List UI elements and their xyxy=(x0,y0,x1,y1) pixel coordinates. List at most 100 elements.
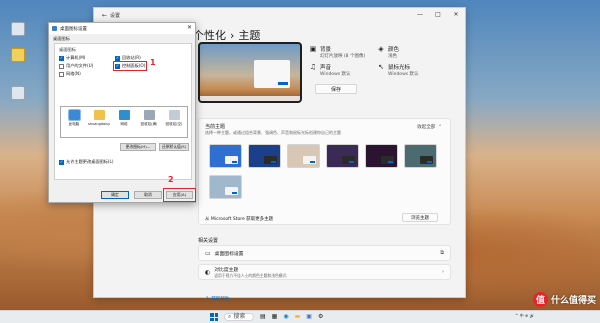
theme-tile[interactable] xyxy=(248,144,281,168)
breadcrumb-parent[interactable]: 个性化 xyxy=(193,29,226,42)
recycle-bin-full-desktop-icon[interactable] xyxy=(7,82,29,104)
edge-icon[interactable]: ◉ xyxy=(283,313,288,321)
desktop-icon-checkbox-4[interactable]: 网络(N) xyxy=(59,71,81,77)
desktop-icon-checkbox-0[interactable]: ✓ 计算机(M) xyxy=(59,55,85,61)
checkbox-box xyxy=(59,71,64,77)
breadcrumb-current: 主题 xyxy=(238,29,261,42)
system-tray[interactable]: ^ 中 ⊕ 🔊 xyxy=(515,313,535,319)
allow-theme-label: 允许主题更改桌面图标(L) xyxy=(66,159,114,164)
desktop-icon-image xyxy=(143,110,155,120)
desktop-icon-image xyxy=(93,110,105,120)
taskbar-search[interactable]: ⌕ 搜索 xyxy=(224,313,254,321)
theme-prop-name: 背景 xyxy=(320,47,332,53)
collapse-all-label: 收起全部 xyxy=(417,125,436,130)
sound-icon: ♫ xyxy=(309,63,317,71)
tab-desktop-icons[interactable]: 桌面图标 xyxy=(53,36,70,42)
back-arrow-icon[interactable]: ← xyxy=(102,12,107,19)
cursor-icon: ↖ xyxy=(378,63,384,71)
ok-button[interactable]: 确定 xyxy=(101,191,129,199)
related-setting-row[interactable]: ◐ 对比度主题 适用于视力不佳人士的颜色主题和浅色模式 › xyxy=(198,264,451,280)
theme-tile[interactable] xyxy=(365,144,398,168)
dialog-app-icon xyxy=(52,26,57,31)
checkbox-label: 用户的文件(U) xyxy=(66,63,94,68)
related-settings-heading: 相关设置 xyxy=(198,238,219,244)
desktop-icon-label: 回收站(空) xyxy=(165,122,183,126)
desktop-icon-label: 网络 xyxy=(120,122,128,126)
theme-prop-3[interactable]: ↖ 鼠标光标 Windows 默认 xyxy=(377,63,419,77)
desktop-icon-preview[interactable]: 网络 xyxy=(113,110,135,127)
checkbox-label: 回收站(R) xyxy=(122,55,141,60)
annotation-step-2: 2 xyxy=(168,175,174,184)
current-theme-card: 当前主题 选择一种主题，或通过组合背景、强调色、声音和鼠标光标创建你自己的主题 … xyxy=(198,118,451,225)
apply-button[interactable]: 应用(A) xyxy=(163,188,196,202)
recycle-bin-desktop-icon[interactable] xyxy=(7,18,29,40)
theme-prop-1[interactable]: ◈ 颜色 浅色 xyxy=(377,45,399,59)
theme-prop-name: 颜色 xyxy=(388,47,400,53)
desktop-icon-preview[interactable]: 回收站(空) xyxy=(163,110,185,127)
watermark-logo: 值 xyxy=(532,292,548,307)
theme-prop-name: 声音 xyxy=(320,65,332,71)
maximize-button[interactable]: □ xyxy=(429,8,447,20)
palette-icon: ◈ xyxy=(378,45,384,53)
cancel-button[interactable]: 取消 xyxy=(134,191,162,199)
desktop-icon-preview[interactable]: shuangdaisy xyxy=(88,110,110,126)
related-setting-row[interactable]: ▭ 桌面图标设置 ⧉ xyxy=(198,245,451,261)
widgets-icon[interactable]: ▦ xyxy=(272,313,278,321)
settings-titlebar: ← 设置 xyxy=(94,8,465,22)
theme-prop-0[interactable]: ▣ 背景 幻灯片放映 (8 个图像) xyxy=(309,45,366,59)
desktop-icon-preview-list: 此电脑 shuangdaisy 网络 回收站(满) 回收站(空) xyxy=(60,106,188,138)
dialog-title: 桌面图标设置 xyxy=(60,26,87,32)
settings-gear-icon[interactable]: ⚙ xyxy=(318,313,323,321)
checkbox-label: 计算机(M) xyxy=(66,55,86,60)
dialog-close-button[interactable]: ✕ xyxy=(187,24,192,31)
desktop-icon-preview[interactable]: 回收站(满) xyxy=(138,110,160,127)
get-help-label: 获取帮助 xyxy=(211,297,230,302)
collapse-all-toggle[interactable]: 收起全部 ⌃ xyxy=(417,124,442,131)
theme-prop-value: 浅色 xyxy=(388,54,397,59)
theme-prop-name: 鼠标光标 xyxy=(388,65,411,71)
desktop-icon-image xyxy=(118,110,130,120)
store-themes-text: 从 Microsoft Store 获取更多主题 xyxy=(205,217,274,222)
change-icon-button[interactable]: 更改图标(H)... xyxy=(120,143,156,151)
theme-card-subtitle: 选择一种主题，或通过组合背景、强调色、声音和鼠标光标创建你自己的主题 xyxy=(205,130,341,135)
file-explorer-icon[interactable]: ▬ xyxy=(295,313,301,321)
theme-tile[interactable] xyxy=(404,144,437,168)
related-setting-sub: 适用于视力不佳人士的颜色主题和浅色模式 xyxy=(214,272,287,278)
allow-theme-change-checkbox[interactable]: ✓ 允许主题更改桌面图标(L) xyxy=(59,159,113,165)
store-desktop-icon[interactable] xyxy=(7,44,29,66)
checkbox-label: 控制面板(O) xyxy=(122,63,146,68)
checkbox-box: ✓ xyxy=(59,55,64,61)
taskbar-search-label: 搜索 xyxy=(233,313,246,320)
desktop-icon-checkbox-1[interactable]: ✓ 回收站(R) xyxy=(115,55,141,61)
breadcrumb-separator: › xyxy=(230,29,235,42)
desktop-icon-checkbox-2[interactable]: 用户的文件(U) xyxy=(59,63,93,69)
current-theme-preview xyxy=(198,42,302,103)
minimize-button[interactable]: — xyxy=(411,8,429,20)
desktop-icon-label: shuangdaisy xyxy=(87,122,111,126)
site-watermark: 值 什么值得买 xyxy=(532,292,596,307)
theme-prop-2[interactable]: ♫ 声音 Windows 默认 xyxy=(309,63,351,77)
close-button[interactable]: ✕ xyxy=(447,8,465,20)
desktop-icon-checkbox-3[interactable]: ✓ 控制面板(O) xyxy=(112,61,148,71)
get-help-link[interactable]: ? 获取帮助 xyxy=(206,296,230,303)
save-theme-button[interactable]: 保存 xyxy=(315,84,357,94)
browse-themes-button[interactable]: 浏览主题 xyxy=(402,213,438,222)
dialog-titlebar: 桌面图标设置 xyxy=(49,23,195,34)
store-icon[interactable]: ▣ xyxy=(306,313,312,321)
checkbox-label: 网络(N) xyxy=(66,71,81,76)
desktop-icon-preview[interactable]: 此电脑 xyxy=(63,109,85,127)
theme-tile[interactable] xyxy=(209,175,242,199)
theme-prop-value: Windows 默认 xyxy=(388,72,419,77)
start-icon[interactable] xyxy=(210,313,218,321)
task-view-icon[interactable]: ▤ xyxy=(260,313,266,321)
desktop-icons-group-label: 桌面图标 xyxy=(59,47,76,52)
checkbox-box: ✓ xyxy=(115,63,120,69)
theme-tile[interactable] xyxy=(287,144,320,168)
theme-tile[interactable] xyxy=(326,144,359,168)
contrast-icon: ◐ xyxy=(205,268,211,276)
theme-tile[interactable] xyxy=(209,144,242,168)
help-icon: ? xyxy=(206,296,209,302)
desktop-icon-settings-dialog: 桌面图标设置 ✕ 桌面图标 桌面图标 ✓ 计算机(M) ✓ 回收站(R) 用户的文件(U… xyxy=(48,22,196,203)
desktop-icon-image xyxy=(168,110,180,120)
restore-default-button[interactable]: 还原默认值(S) xyxy=(159,143,189,151)
